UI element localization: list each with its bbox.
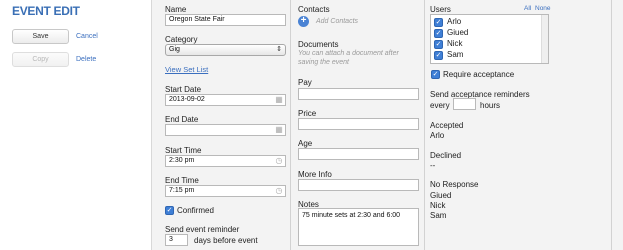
acceptance-reminders-label: Send acceptance reminders — [430, 90, 530, 99]
reminder-days-suffix: days before event — [194, 236, 258, 245]
price-label: Price — [298, 109, 317, 118]
end-time-value: 7:15 pm — [169, 187, 195, 194]
user-checkbox[interactable]: ✓ — [434, 28, 443, 38]
select-arrows-icon: ⇕ — [276, 46, 282, 53]
user-checkbox[interactable]: ✓ — [434, 50, 443, 60]
reminder-label: Send event reminder — [165, 225, 240, 234]
documents-hint: You can attach a document after saving t… — [298, 50, 399, 66]
copy-button[interactable]: Copy — [12, 52, 69, 67]
confirmed-label: Confirmed — [177, 206, 214, 215]
end-time-label: End Time — [165, 176, 199, 185]
start-time-input[interactable]: 2:30 pm ◷ — [165, 155, 286, 167]
price-input[interactable] — [298, 118, 419, 130]
reminder-days-input[interactable]: 3 — [165, 234, 188, 246]
name-label: Name — [165, 5, 187, 14]
age-label: Age — [298, 139, 313, 148]
column-divider-3 — [611, 0, 612, 250]
accepted-label: Accepted — [430, 121, 464, 130]
user-name: Sam — [447, 50, 464, 59]
end-date-input[interactable]: ▦ — [165, 124, 286, 136]
require-acceptance-checkbox[interactable]: ✓ — [431, 70, 440, 79]
acceptance-reminder-hours-input[interactable] — [453, 98, 476, 110]
contacts-label: Contacts — [298, 5, 330, 14]
calendar-icon[interactable]: ▦ — [275, 96, 283, 104]
more-info-input[interactable] — [298, 179, 419, 191]
end-date-label: End Date — [165, 115, 199, 124]
start-time-value: 2:30 pm — [169, 157, 195, 164]
category-label: Category — [165, 35, 198, 44]
user-name: Nick — [447, 39, 463, 48]
user-name: Giued — [447, 28, 469, 37]
no-response-user: Nick — [430, 201, 446, 210]
no-response-user: Giued — [430, 191, 452, 200]
pay-label: Pay — [298, 78, 312, 87]
acceptance-reminders-suffix: hours — [480, 101, 501, 110]
start-time-label: Start Time — [165, 146, 202, 155]
calendar-icon[interactable]: ▦ — [275, 126, 283, 134]
column-divider-1 — [290, 0, 291, 250]
require-acceptance-label: Require acceptance — [443, 70, 515, 79]
end-time-input[interactable]: 7:15 pm ◷ — [165, 185, 286, 197]
declined-label: Declined — [430, 151, 462, 160]
documents-label: Documents — [298, 40, 339, 49]
no-response-label: No Response — [430, 180, 479, 189]
acceptance-reminders-prefix: every — [430, 101, 450, 110]
more-info-label: More Info — [298, 170, 332, 179]
clock-icon[interactable]: ◷ — [275, 187, 283, 195]
start-date-input[interactable]: 2013-09-02 ▦ — [165, 94, 286, 106]
page-title: EVENT EDIT — [12, 4, 80, 18]
declined-user: -- — [430, 161, 436, 170]
column-divider-2 — [424, 0, 425, 250]
users-scrollbar[interactable] — [541, 15, 548, 63]
category-select[interactable]: Gig ⇕ — [165, 44, 286, 56]
add-contacts-link[interactable]: Add Contacts — [316, 17, 358, 26]
user-checkbox[interactable]: ✓ — [434, 39, 443, 49]
view-set-list-link[interactable]: View Set List — [165, 65, 208, 74]
select-no-users-link[interactable]: None — [535, 5, 551, 12]
start-date-value: 2013-09-02 — [169, 96, 205, 103]
accepted-user: Arlo — [430, 131, 445, 140]
users-list[interactable]: ✓ Arlo ✓ Giued ✓ Nick ✓ Sam — [430, 14, 549, 64]
cancel-link[interactable]: Cancel — [76, 33, 98, 40]
notes-textarea[interactable]: 75 minute sets at 2:30 and 6:00 — [298, 208, 419, 246]
age-input[interactable] — [298, 148, 419, 160]
select-all-users-link[interactable]: All — [524, 5, 531, 12]
start-date-label: Start Date — [165, 85, 202, 94]
confirmed-checkbox[interactable]: ✓ — [165, 206, 174, 215]
delete-link[interactable]: Delete — [76, 56, 96, 63]
panel-left-border — [151, 0, 152, 250]
no-response-user: Sam — [430, 211, 447, 220]
name-input[interactable]: Oregon State Fair — [165, 14, 286, 26]
user-name: Arlo — [447, 17, 462, 26]
user-checkbox[interactable]: ✓ — [434, 17, 443, 27]
clock-icon[interactable]: ◷ — [275, 157, 283, 165]
save-button[interactable]: Save — [12, 29, 69, 44]
users-label: Users — [430, 5, 451, 14]
category-selected-value: Gig — [169, 46, 180, 53]
add-contact-icon[interactable]: + — [298, 16, 309, 27]
pay-input[interactable] — [298, 88, 419, 100]
